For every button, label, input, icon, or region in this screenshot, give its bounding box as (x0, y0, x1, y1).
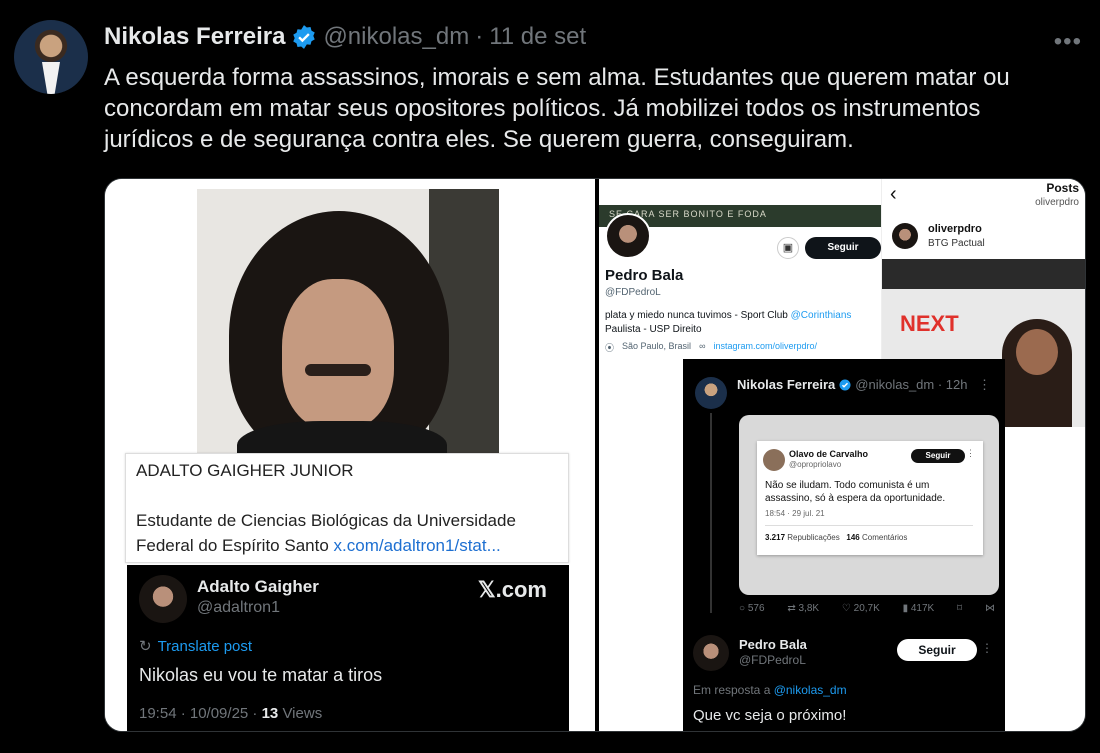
reply-follow-button: Seguir (897, 639, 977, 661)
in-reply-to-label: Em resposta a (693, 683, 774, 697)
profile-bio-text: plata y miedo nunca tuvimos - Sport Club (605, 310, 791, 321)
in-reply-to: Em resposta a @nikolas_dm (693, 683, 847, 697)
views-icon: ▮ 417K (902, 603, 935, 614)
x-post-text: Nikolas eu vou te matar a tiros (139, 665, 383, 685)
portrait-photo (197, 189, 499, 455)
x-post-avatar (139, 575, 187, 623)
ig-post-user: oliverpdro (928, 223, 982, 235)
x-post-views-count: 13 (261, 705, 279, 722)
info-card: ADALTO GAIGHER JUNIOR Estudante de Cienc… (125, 453, 569, 563)
like-icon: ♡ 20,7K (841, 603, 880, 614)
profile-bio-link: @Corinthians (790, 310, 852, 321)
thread-line (710, 413, 712, 613)
reply-icon: ○ 576 (739, 603, 765, 614)
info-name: ADALTO GAIGHER JUNIOR (136, 461, 354, 480)
olavo-avatar (763, 449, 785, 471)
nk-name: Nikolas Ferreira (737, 377, 836, 392)
x-logo: 𝕏.com (477, 577, 547, 602)
profile-meta: ⦿ São Paulo, Brasil ∞ instagram.com/oliv… (605, 341, 817, 354)
x-post-time: 19:54 · 10/09/25 · (139, 705, 262, 722)
ig-title: Posts (1046, 181, 1079, 195)
separator-dot: · (475, 23, 484, 50)
ig-avatar (892, 223, 918, 249)
olavo-divider (765, 525, 973, 526)
author-name[interactable]: Nikolas Ferreira (104, 23, 285, 51)
x-post-views-label: Views (278, 705, 323, 722)
right-image-panel: SE CARA SER BONITO E FODA ▣ Seguir Pedro… (599, 179, 1085, 731)
shop-icon: ▣ (777, 237, 799, 259)
reply-count: 576 (747, 603, 765, 614)
views-count: 417K (910, 603, 935, 614)
reply-name: Pedro Bala (739, 637, 807, 652)
embedded-x-post: Adalto Gaigher @adaltron1 𝕏.com ↻ Transl… (127, 565, 569, 731)
translate-label: Translate post (157, 637, 253, 655)
nk-more-icon: ⋮ (978, 377, 991, 392)
back-arrow-icon: ‹ (890, 183, 897, 205)
post-header: Nikolas Ferreira @nikolas_dm · 11 de set (104, 22, 586, 52)
olavo-name: Olavo de Carvalho (789, 449, 869, 459)
profile-avatar (605, 213, 651, 259)
link-icon: ∞ (699, 341, 706, 351)
like-count: 20,7K (853, 603, 880, 614)
in-reply-to-handle: @nikolas_dm (773, 683, 847, 697)
left-image-panel: ADALTO GAIGHER JUNIOR Estudante de Cienc… (105, 179, 595, 731)
ig-brand: NEXT (900, 311, 959, 336)
reply-handle: @FDPedroL (739, 653, 806, 667)
verified-badge-icon (293, 25, 316, 49)
quoted-image: Olavo de Carvalho @opropriolavo Seguir ⋮… (739, 415, 999, 595)
location-pin-icon: ⦿ (605, 343, 615, 353)
nk-action-bar: ○ 576 ⇄ 3,8K ♡ 20,7K ▮ 417K ⌑ ⋈ (739, 603, 995, 614)
ig-username: oliverpdro (1035, 197, 1079, 208)
reposts-count: 3.217 (765, 533, 786, 542)
reply-more-icon: ⋮ (981, 641, 993, 655)
olavo-date: 18:54 · 29 jul. 21 (765, 509, 825, 518)
nikolas-thread: Nikolas Ferreira @nikolas_dm · 12h ⋮ Ola… (683, 359, 1005, 731)
olavo-follow-button: Seguir (911, 449, 965, 463)
post-text: A esquerda forma assassinos, imorais e s… (104, 64, 1010, 153)
profile-name: Pedro Bala (605, 267, 684, 284)
comments-label: Comentários (859, 533, 908, 542)
olavo-more-icon: ⋮ (966, 448, 975, 458)
nk-header: Nikolas Ferreira @nikolas_dm · 12h (737, 377, 967, 392)
post-media[interactable]: ADALTO GAIGHER JUNIOR Estudante de Cienc… (104, 178, 1086, 732)
retweet-count: 3,8K (798, 603, 820, 614)
x-post-meta: 19:54 · 10/09/25 · 13 Views (139, 705, 322, 722)
profile-bio-text-end: Paulista - USP Direito (605, 324, 702, 335)
author-avatar[interactable] (14, 20, 88, 94)
olavo-stats: 3.217 Republicações 146 Comentários (765, 533, 907, 542)
nk-avatar (695, 377, 727, 409)
info-description: Estudante de Ciencias Biológicas da Univ… (136, 508, 558, 558)
author-handle[interactable]: @nikolas_dm (323, 23, 469, 51)
reply-avatar (693, 635, 729, 671)
profile-location: São Paulo, Brasil (622, 341, 692, 351)
nk-handle: @nikolas_dm · 12h (855, 377, 968, 392)
x-post-handle: @adaltron1 (197, 599, 280, 616)
reply-text: Que vc seja o próximo! (693, 707, 847, 724)
verified-badge-icon (839, 379, 851, 390)
profile-follow-button: Seguir (805, 237, 881, 259)
retweet-icon: ⇄ 3,8K (787, 603, 820, 614)
profile-card: SE CARA SER BONITO E FODA ▣ Seguir Pedro… (599, 205, 881, 359)
olavo-handle: @opropriolavo (789, 460, 842, 469)
share-icon: ⋈ (985, 603, 995, 614)
translate-icon: ↻ (139, 638, 152, 655)
ig-post-subtitle: BTG Pactual (928, 238, 985, 249)
profile-handle: @FDPedroL (605, 287, 661, 298)
olavo-post: Olavo de Carvalho @opropriolavo Seguir ⋮… (757, 441, 983, 555)
bookmark-icon: ⌑ (957, 603, 963, 614)
reposts-label: Republicações (785, 533, 840, 542)
post-date[interactable]: 11 de set (489, 23, 586, 51)
x-post-name: Adalto Gaigher (197, 577, 319, 596)
profile-website: instagram.com/oliverpdro/ (713, 341, 818, 351)
olavo-text: Não se iludam. Todo comunista é um assas… (765, 480, 946, 504)
info-link[interactable]: x.com/adaltron1/stat... (334, 536, 501, 555)
comments-count: 146 (846, 533, 860, 542)
translate-post: ↻ Translate post (139, 637, 253, 656)
profile-bio: plata y miedo nunca tuvimos - Sport Club… (605, 309, 881, 337)
more-options-icon[interactable]: ••• (1054, 28, 1082, 56)
